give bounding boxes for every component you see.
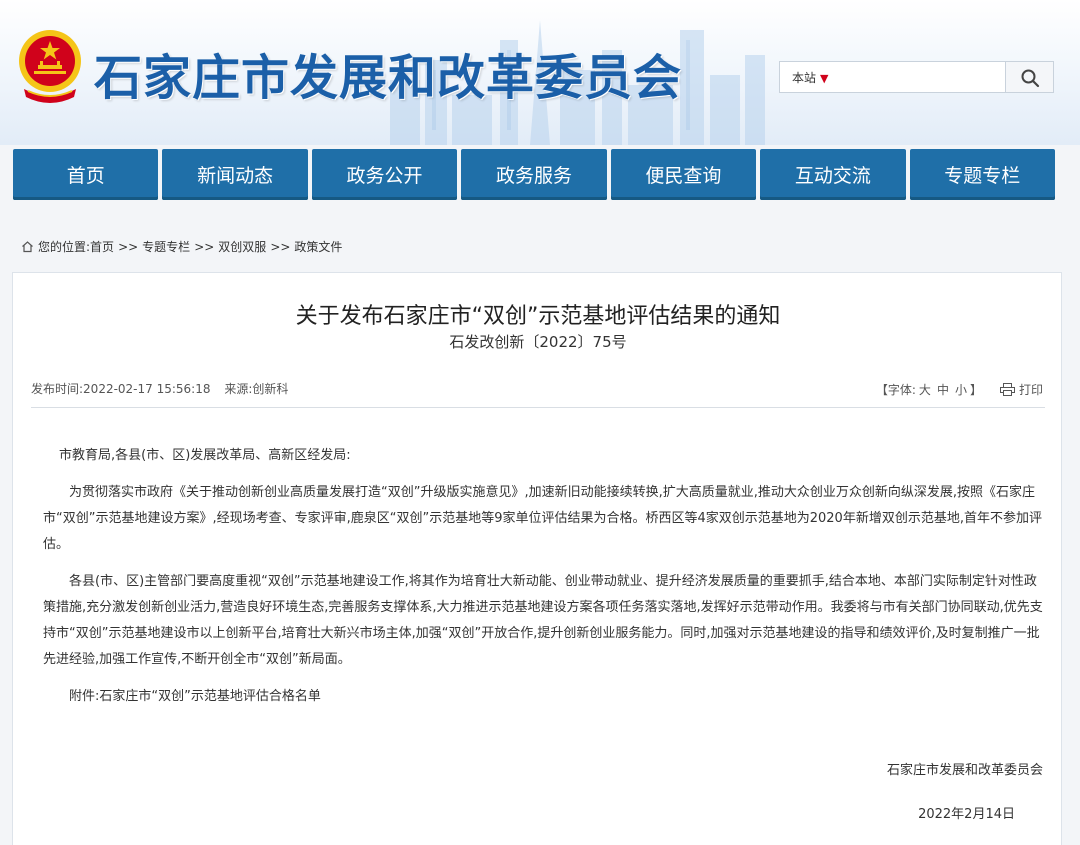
search-scope-label: 本站 xyxy=(792,71,817,85)
signing-date: 2022年2月14日 xyxy=(918,807,1015,822)
font-size-label-close: 】 xyxy=(969,383,982,397)
breadcrumb-link-special-topics[interactable]: 专题专栏 xyxy=(142,238,190,255)
print-label: 打印 xyxy=(1018,383,1043,397)
article-paragraph: 市教育局,各县(市、区)发展改革局、高新区经发局: xyxy=(59,448,351,463)
nav-item-news[interactable]: 新闻动态 xyxy=(162,149,308,200)
breadcrumb-separator: >> xyxy=(270,239,291,254)
search-input[interactable] xyxy=(876,64,1006,90)
attachment-link[interactable]: 附件:石家庄市“双创”示范基地评估合格名单 xyxy=(43,684,1043,710)
breadcrumb-link-innovation[interactable]: 双创双服 xyxy=(218,238,266,255)
search-scope-select[interactable]: 本站 ▼ xyxy=(792,69,828,86)
article-body: 市教育局,各县(市、区)发展改革局、高新区经发局: 为贯彻落实市政府《关于推动创… xyxy=(43,443,1043,721)
nav-item-gov-services[interactable]: 政务服务 xyxy=(461,149,607,200)
search-button[interactable] xyxy=(1005,61,1054,93)
meta-divider xyxy=(31,407,1045,408)
article-panel: 关于发布石家庄市“双创”示范基地评估结果的通知 石发改创新〔2022〕75号 发… xyxy=(12,272,1062,845)
printer-icon xyxy=(999,383,1015,396)
caret-down-icon: ▼ xyxy=(820,72,829,85)
nav-item-public-query[interactable]: 便民查询 xyxy=(610,149,757,200)
nav-item-interaction[interactable]: 互动交流 xyxy=(760,149,906,200)
font-size-label-open: 【字体: xyxy=(875,383,916,397)
article-paragraph: 各县(市、区)主管部门要高度重视“双创”示范基地建设工作,将其作为培育壮大新动能… xyxy=(43,574,1043,667)
national-emblem-icon xyxy=(19,30,81,103)
search-icon xyxy=(1021,69,1040,88)
home-icon xyxy=(22,241,33,253)
breadcrumb-link-policy-docs[interactable]: 政策文件 xyxy=(294,238,342,255)
main-nav: 首页 新闻动态 政务公开 政务服务 便民查询 互动交流 专题专栏 xyxy=(13,149,1055,200)
breadcrumb-link-home[interactable]: 首页 xyxy=(90,238,114,255)
breadcrumb-separator: >> xyxy=(194,239,215,254)
article-title: 关于发布石家庄市“双创”示范基地评估结果的通知 xyxy=(295,304,781,329)
nav-item-gov-affairs-open[interactable]: 政务公开 xyxy=(311,149,458,200)
font-size-medium[interactable]: 中 xyxy=(937,381,949,398)
print-button[interactable]: 打印 xyxy=(999,381,1043,398)
article-meta: 发布时间:2022-02-17 15:56:18 来源:创新科 xyxy=(31,380,298,397)
document-number: 石发改创新〔2022〕75号 xyxy=(449,333,627,351)
font-size-large[interactable]: 大 xyxy=(919,381,931,398)
article-source: 来源:创新科 xyxy=(224,382,289,396)
nav-item-special-topics[interactable]: 专题专栏 xyxy=(909,149,1055,200)
signing-organization: 石家庄市发展和改革委员会 xyxy=(886,763,1043,778)
article-paragraph: 为贯彻落实市政府《关于推动创新创业高质量发展打造“双创”升级版实施意见》,加速新… xyxy=(43,485,1042,552)
publish-time: 发布时间:2022-02-17 15:56:18 xyxy=(31,382,211,396)
breadcrumb: 您的位置: 首页 >> 专题专栏 >> 双创双服 >> 政策文件 xyxy=(21,238,342,255)
site-title: 石家庄市发展和改革委员会 xyxy=(94,50,683,106)
article-tools: 【字体: 大 中 小 】 打印 xyxy=(876,381,1043,398)
breadcrumb-separator: >> xyxy=(118,239,139,254)
nav-item-home[interactable]: 首页 xyxy=(13,149,159,200)
breadcrumb-prefix: 您的位置: xyxy=(38,240,91,254)
font-size-small[interactable]: 小 xyxy=(955,381,967,398)
